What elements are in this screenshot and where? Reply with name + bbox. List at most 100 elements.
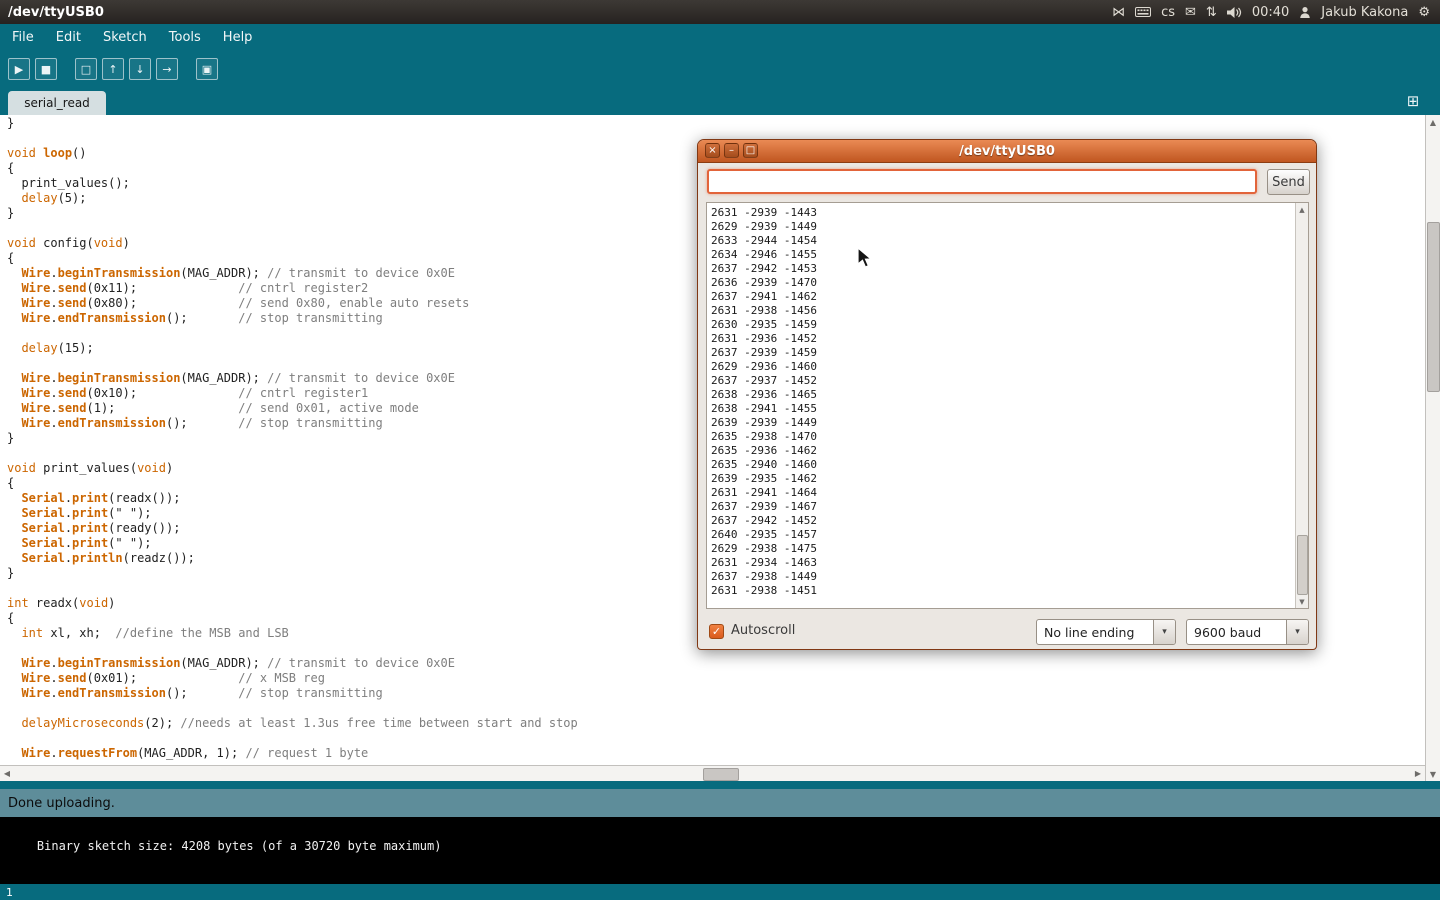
- serial-data-line: 2636 -2939 -1470: [711, 276, 1295, 290]
- user-name[interactable]: Jakub Kakona: [1321, 5, 1408, 20]
- clock[interactable]: 00:40: [1252, 5, 1289, 20]
- vertical-scroll-thumb[interactable]: [1427, 222, 1440, 392]
- serial-monitor-button[interactable]: ▣: [196, 58, 218, 80]
- horizontal-scroll-thumb[interactable]: [703, 768, 739, 781]
- divider: [0, 781, 1440, 789]
- serial-data-line: 2631 -2939 -1443: [711, 206, 1295, 220]
- indicator-icon[interactable]: ⋈: [1112, 6, 1125, 19]
- menu-item-edit[interactable]: Edit: [45, 26, 92, 49]
- upload-button[interactable]: →: [156, 58, 178, 80]
- serial-scrollbar[interactable]: ▲ ▼: [1295, 203, 1308, 608]
- save-button[interactable]: ↓: [129, 58, 151, 80]
- autoscroll-label: Autoscroll: [731, 623, 795, 638]
- toolbar: ▶ ■ □ ↑ ↓ → ▣: [0, 50, 1440, 88]
- serial-data-line: 2637 -2938 -1449: [711, 570, 1295, 584]
- menu-bar: File Edit Sketch Tools Help: [0, 24, 1440, 50]
- top-panel: /dev/ttyUSB0 ⋈ cs ✉ ⇅ 00:40 Jakub Kakona…: [0, 0, 1440, 24]
- serial-data-line: 2637 -2942 -1452: [711, 514, 1295, 528]
- serial-data-line: 2633 -2944 -1454: [711, 234, 1295, 248]
- new-tab-icon: ⊞: [1407, 92, 1420, 110]
- verify-button[interactable]: ▶: [8, 58, 30, 80]
- code-line: delayMicroseconds(2); //needs at least 1…: [7, 716, 1425, 731]
- baud-rate-value: 9600 baud: [1187, 620, 1286, 644]
- serial-data-line: 2640 -2935 -1457: [711, 528, 1295, 542]
- menu-item-tools[interactable]: Tools: [158, 26, 212, 49]
- scroll-up-icon[interactable]: ▲: [1426, 115, 1440, 129]
- scroll-right-icon[interactable]: ▶: [1411, 766, 1425, 781]
- menu-item-help[interactable]: Help: [212, 26, 264, 49]
- code-line: Wire.send(0x01); // x MSB reg: [7, 671, 1425, 686]
- autoscroll-checkbox[interactable]: ✓: [709, 624, 724, 639]
- mail-icon[interactable]: ✉: [1185, 6, 1196, 19]
- chevron-down-icon[interactable]: ▾: [1153, 620, 1175, 644]
- keyboard-layout-label[interactable]: cs: [1161, 5, 1175, 20]
- stop-button[interactable]: ■: [35, 58, 57, 80]
- send-button[interactable]: Send: [1267, 169, 1310, 195]
- panel-indicators: ⋈ cs ✉ ⇅ 00:40 Jakub Kakona ⚙: [1112, 5, 1430, 20]
- user-icon[interactable]: [1299, 6, 1311, 19]
- volume-icon[interactable]: [1227, 6, 1242, 19]
- serial-window-title: /dev/ttyUSB0: [698, 140, 1316, 162]
- send-label: Send: [1272, 175, 1305, 190]
- serial-data-line: 2630 -2935 -1459: [711, 318, 1295, 332]
- upload-icon: →: [162, 63, 171, 76]
- close-button[interactable]: ×: [705, 143, 720, 158]
- serial-data-line: 2637 -2942 -1453: [711, 262, 1295, 276]
- code-line: Wire.endTransmission(); // stop transmit…: [7, 686, 1425, 701]
- serial-data-line: 2634 -2946 -1455: [711, 248, 1295, 262]
- tab-bar: serial_read ⊞: [0, 88, 1440, 115]
- footer-strip: 1: [0, 884, 1440, 900]
- serial-scroll-thumb[interactable]: [1297, 535, 1308, 595]
- serial-scroll-down-icon[interactable]: ▼: [1296, 595, 1308, 608]
- minimize-button[interactable]: –: [724, 143, 739, 158]
- code-line: Wire.requestFrom(MAG_ADDR, 1); // reques…: [7, 746, 1425, 761]
- maximize-button[interactable]: □: [743, 143, 758, 158]
- keyboard-icon[interactable]: [1135, 6, 1151, 18]
- serial-data-line: 2637 -2937 -1452: [711, 374, 1295, 388]
- serial-output: 2631 -2939 -14432629 -2939 -14492633 -29…: [707, 203, 1295, 608]
- serial-monitor-window: /dev/ttyUSB0 × – □ Send 2631 -2939 -1443…: [697, 139, 1317, 650]
- scroll-down-icon[interactable]: ▼: [1426, 767, 1440, 781]
- serial-data-line: 2637 -2941 -1462: [711, 290, 1295, 304]
- network-icon[interactable]: ⇅: [1206, 6, 1217, 19]
- editor-vertical-scrollbar[interactable]: ▲ ▼: [1425, 115, 1440, 781]
- scroll-left-icon[interactable]: ◀: [0, 766, 14, 781]
- status-bar: Done uploading.: [0, 789, 1440, 817]
- console-output: Binary sketch size: 4208 bytes (of a 307…: [37, 839, 442, 853]
- minimize-icon: –: [729, 145, 734, 156]
- close-icon: ×: [708, 145, 716, 156]
- serial-data-line: 2638 -2936 -1465: [711, 388, 1295, 402]
- code-line: [7, 731, 1425, 746]
- serial-data-line: 2631 -2938 -1456: [711, 304, 1295, 318]
- serial-data-line: 2631 -2941 -1464: [711, 486, 1295, 500]
- serial-window-titlebar[interactable]: /dev/ttyUSB0 × – □: [698, 140, 1316, 163]
- serial-data-line: 2629 -2936 -1460: [711, 360, 1295, 374]
- serial-scroll-up-icon[interactable]: ▲: [1296, 203, 1308, 216]
- serial-data-line: 2637 -2939 -1459: [711, 346, 1295, 360]
- serial-output-area[interactable]: 2631 -2939 -14432629 -2939 -14492633 -29…: [706, 202, 1309, 609]
- serial-data-line: 2629 -2938 -1475: [711, 542, 1295, 556]
- new-tab-button[interactable]: ⊞: [1403, 91, 1423, 111]
- new-sketch-button[interactable]: □: [75, 58, 97, 80]
- baud-rate-dropdown[interactable]: 9600 baud ▾: [1186, 619, 1309, 645]
- maximize-icon: □: [746, 145, 755, 156]
- serial-data-line: 2637 -2939 -1467: [711, 500, 1295, 514]
- tab-serial-read[interactable]: serial_read: [8, 91, 106, 115]
- serial-input[interactable]: [707, 169, 1257, 194]
- serial-data-line: 2638 -2941 -1455: [711, 402, 1295, 416]
- menu-item-file[interactable]: File: [1, 26, 45, 49]
- menu-item-sketch[interactable]: Sketch: [92, 26, 158, 49]
- window-controls: × – □: [705, 143, 758, 158]
- editor-horizontal-scrollbar[interactable]: ◀ ▶: [0, 765, 1425, 781]
- gear-icon[interactable]: ⚙: [1418, 6, 1430, 19]
- code-line: }: [7, 116, 1425, 131]
- chevron-down-icon[interactable]: ▾: [1286, 620, 1308, 644]
- open-icon: ↑: [108, 63, 117, 76]
- serial-data-line: 2635 -2936 -1462: [711, 444, 1295, 458]
- serial-data-line: 2639 -2935 -1462: [711, 472, 1295, 486]
- code-line: Wire.beginTransmission(MAG_ADDR); // tra…: [7, 656, 1425, 671]
- tab-label: serial_read: [24, 96, 90, 110]
- save-icon: ↓: [135, 63, 144, 76]
- open-button[interactable]: ↑: [102, 58, 124, 80]
- line-ending-dropdown[interactable]: No line ending ▾: [1036, 619, 1176, 645]
